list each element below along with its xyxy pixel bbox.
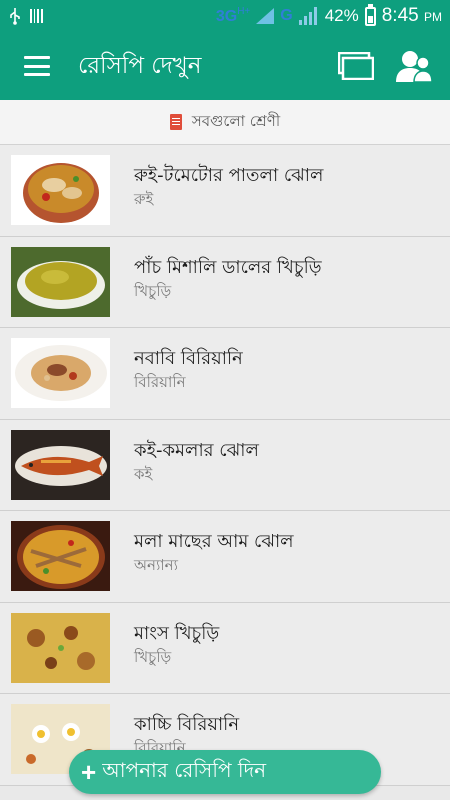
cards-icon[interactable]: [336, 46, 376, 86]
recipe-title: মলা মাছের আম ঝোল: [134, 531, 294, 553]
barcode-icon: [30, 9, 43, 23]
signal-bars-icon: [298, 7, 317, 25]
recipe-category: কই: [134, 464, 153, 483]
page-title: রেসিপি দেখুন: [78, 52, 202, 79]
status-bar: 3GH+ G 42% 8:45 PM: [0, 0, 450, 32]
category-filter-label: সবগুলো শ্রেণী: [191, 111, 281, 130]
usb-icon: [10, 8, 20, 25]
list-item[interactable]: মাংস খিচুড়ি খিচুড়ি: [0, 603, 450, 694]
recipe-category: খিচুড়ি: [134, 647, 172, 666]
list-item[interactable]: কই-কমলার ঝোল কই: [0, 420, 450, 511]
add-recipe-label: আপনার রেসিপি দিন: [102, 757, 267, 782]
recipe-thumbnail: [11, 429, 110, 500]
recipe-category: খিচুড়ি: [134, 281, 172, 300]
plus-icon: +: [81, 757, 97, 787]
recipe-thumbnail: [11, 521, 110, 592]
users-icon[interactable]: [394, 46, 434, 86]
category-filter[interactable]: সবগুলো শ্রেণী: [0, 100, 450, 145]
list-item[interactable]: রুই-টমেটোর পাতলা ঝোল রুই: [0, 145, 450, 237]
clock: 8:45 PM: [381, 5, 442, 26]
battery-percent: 42%: [324, 6, 359, 25]
recipe-title: মাংস খিচুড়ি: [134, 622, 220, 644]
app-bar: রেসিপি দেখুন: [0, 32, 450, 100]
signal-icon: [256, 8, 275, 24]
recipe-title: রুই-টমেটোর পাতলা ঝোল: [134, 165, 324, 187]
list-item[interactable]: মলা মাছের আম ঝোল অন্যান্য: [0, 511, 450, 603]
recipe-category: বিরিয়ানি: [134, 373, 186, 392]
network-g: G: [280, 7, 293, 24]
recipe-category: রুই: [134, 190, 154, 209]
book-icon: [169, 114, 182, 130]
recipe-list: রুই-টমেটোর পাতলা ঝোল রুই পাঁচ মিশালি ডাল…: [0, 145, 450, 786]
menu-icon[interactable]: [24, 56, 50, 76]
recipe-title: নবাবি বিরিয়ানি: [134, 348, 243, 370]
recipe-thumbnail: [11, 155, 110, 226]
list-item[interactable]: নবাবি বিরিয়ানি বিরিয়ানি: [0, 328, 450, 420]
recipe-title: কাচ্চি বিরিয়ানি: [134, 714, 240, 736]
status-left: [8, 7, 216, 25]
recipe-category: অন্যান্য: [134, 556, 178, 575]
network-type: 3GH+: [215, 6, 251, 25]
recipe-title: কই-কমলার ঝোল: [134, 439, 259, 461]
add-recipe-button[interactable]: + আপনার রেসিপি দিন: [69, 750, 381, 794]
recipe-title: পাঁচ মিশালি ডালের খিচুড়ি: [134, 256, 322, 278]
recipe-thumbnail: [11, 246, 110, 317]
status-right: 3GH+ G 42% 8:45 PM: [215, 3, 442, 27]
list-item[interactable]: পাঁচ মিশালি ডালের খিচুড়ি খিচুড়ি: [0, 237, 450, 328]
recipe-thumbnail: [11, 338, 110, 409]
battery-icon: [364, 3, 376, 26]
recipe-thumbnail: [11, 612, 110, 683]
